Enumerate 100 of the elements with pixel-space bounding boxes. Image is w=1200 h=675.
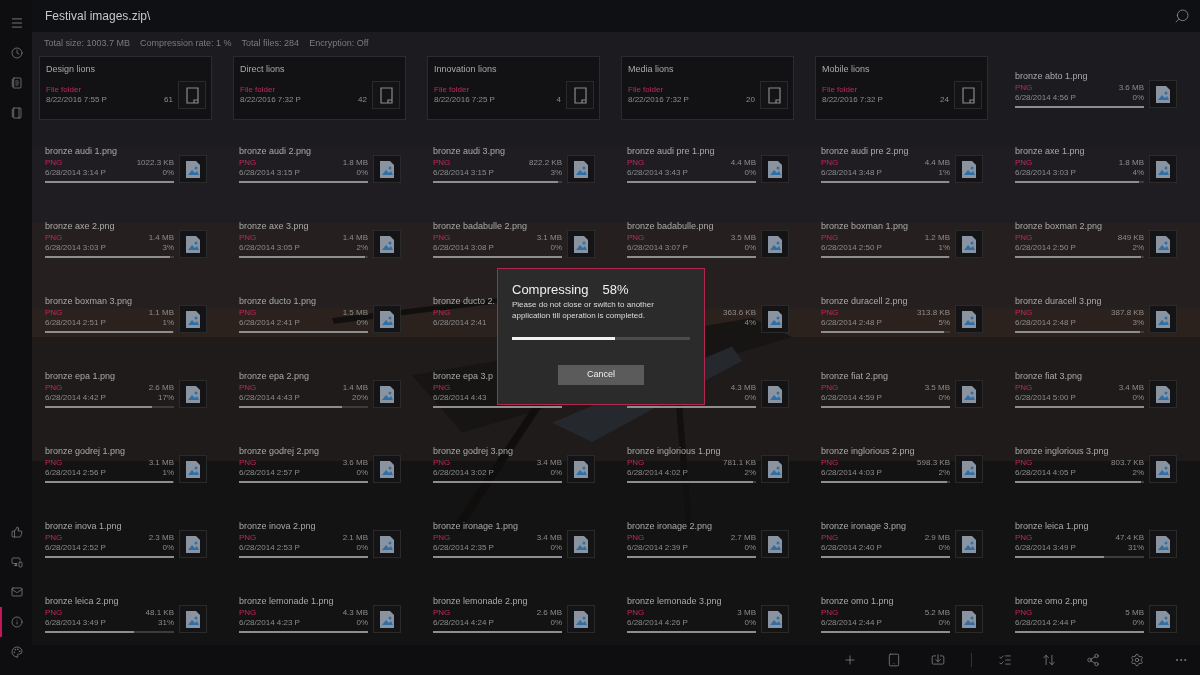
file-name: bronze audi 1.png <box>45 146 118 156</box>
file-name: bronze axe 1.png <box>1015 146 1085 156</box>
file-date: 6/28/2014 2:41 P <box>239 318 300 328</box>
compression-percent: 0% <box>1132 93 1144 103</box>
image-file-icon <box>373 380 401 408</box>
compression-percent: 2% <box>1132 243 1144 253</box>
file-date: 6/28/2014 2:44 P <box>821 618 882 628</box>
image-file-icon <box>1149 380 1177 408</box>
file-type: PNG <box>239 158 258 168</box>
file-name: bronze ducto 2. <box>433 296 496 306</box>
file-name: bronze leica 1.png <box>1015 521 1089 531</box>
cancel-button[interactable]: Cancel <box>558 365 644 385</box>
compression-percent: 0% <box>550 468 562 478</box>
folder-card[interactable]: Innovation lions File folder 8/22/2016 7:25 P 4 <box>427 56 600 120</box>
file-type: PNG <box>239 533 258 543</box>
compression-percent: 0% <box>550 543 562 553</box>
file-count: 61 <box>164 95 173 105</box>
compression-percent: 2% <box>356 243 368 253</box>
image-file-icon <box>567 605 595 633</box>
dialog-title: Compressing <box>512 282 589 298</box>
file-type: PNG <box>433 608 452 618</box>
compression-percent: 2% <box>744 468 756 478</box>
file-type: PNG <box>1015 233 1034 243</box>
mail-icon <box>11 586 23 598</box>
file-type: PNG <box>821 458 840 468</box>
file-name: bronze inova 1.png <box>45 521 122 531</box>
compression-percent: 0% <box>938 393 950 403</box>
file-type: PNG <box>239 308 258 318</box>
image-file-icon <box>1149 530 1177 558</box>
file-date: 6/28/2014 2:57 P <box>239 468 300 478</box>
file-date: 6/28/2014 3:03 P <box>45 243 106 253</box>
compression-percent: 3% <box>162 243 174 253</box>
file-size: 4.4 MB <box>924 158 950 168</box>
archive-stat: Total size: 1003.7 MB <box>44 37 131 51</box>
file-date: 6/28/2014 4:56 P <box>1015 93 1076 103</box>
folder-card[interactable]: Media lions File folder 8/22/2016 7:32 P 20 <box>621 56 794 120</box>
file-date: 6/28/2014 4:43 P <box>239 393 300 403</box>
file-type: PNG <box>433 158 452 168</box>
folder-card[interactable]: Direct lions File folder 8/22/2016 7:32 P 42 <box>233 56 406 120</box>
file-name: bronze duracell 3.png <box>1015 296 1102 306</box>
image-file-icon <box>1149 230 1177 258</box>
file-type: PNG <box>627 158 646 168</box>
file-date: 6/28/2014 3:48 P <box>821 168 882 178</box>
folder-date: 8/22/2016 7:25 P <box>434 95 495 105</box>
file-size: 2.1 MB <box>342 533 368 543</box>
compression-percent: 31% <box>158 618 174 628</box>
compression-percent: 20% <box>352 393 368 403</box>
folder-card[interactable]: Mobile lions File folder 8/22/2016 7:32 P 24 <box>815 56 988 120</box>
file-size: 4.3 MB <box>342 608 368 618</box>
compression-percent: 0% <box>1132 618 1144 628</box>
compression-percent: 2% <box>1132 468 1144 478</box>
image-file-icon <box>373 305 401 333</box>
file-name: bronze boxman 1.png <box>821 221 909 231</box>
file-count: 20 <box>746 95 755 105</box>
file-size: 3 MB <box>737 608 756 618</box>
image-file-icon <box>373 230 401 258</box>
file-name: bronze godrej 1.png <box>45 446 126 456</box>
menu-icon <box>10 16 24 30</box>
image-file-icon <box>955 230 983 258</box>
file-date: 6/28/2014 2:56 P <box>45 468 106 478</box>
file-size: 1.5 MB <box>342 308 368 318</box>
file-size: 363.6 KB <box>723 308 756 318</box>
file-name: bronze godrej 2.png <box>239 446 320 456</box>
file-size: 387.8 KB <box>1111 308 1144 318</box>
compression-percent: 0% <box>356 318 368 328</box>
image-file-icon <box>761 230 789 258</box>
file-type: PNG <box>45 158 64 168</box>
file-type: PNG <box>821 533 840 543</box>
sort-icon <box>1042 653 1056 667</box>
file-type: PNG <box>627 233 646 243</box>
file-name: bronze ducto 1.png <box>239 296 317 306</box>
image-file-icon <box>1149 80 1177 108</box>
file-name: bronze boxman 3.png <box>45 296 133 306</box>
file-name: bronze audi pre 1.png <box>627 146 715 156</box>
file-type: PNG <box>433 533 452 543</box>
file-name: bronze lemonade 2.png <box>433 596 528 606</box>
file-name: bronze badabulle 2.png <box>433 221 528 231</box>
info-icon <box>11 616 23 628</box>
file-name: bronze axe 2.png <box>45 221 115 231</box>
compression-percent: 0% <box>1132 393 1144 403</box>
file-type: PNG <box>433 308 452 318</box>
compression-percent: 0% <box>744 543 756 553</box>
folder-card[interactable]: Design lions File folder 8/22/2016 7:55 P 61 <box>39 56 212 120</box>
file-type: PNG <box>1015 608 1034 618</box>
file-date: 6/28/2014 2:40 P <box>821 543 882 553</box>
file-date: 6/28/2014 4:23 P <box>239 618 300 628</box>
image-file-icon <box>955 380 983 408</box>
search-icon[interactable] <box>1174 8 1190 24</box>
compression-percent: 0% <box>356 618 368 628</box>
file-size: 48.1 KB <box>145 608 174 618</box>
folder-date: 8/22/2016 7:32 P <box>628 95 689 105</box>
image-file-icon <box>955 455 983 483</box>
folder-name: Design lions <box>46 63 97 75</box>
file-date: 6/28/2014 2:52 P <box>45 543 106 553</box>
file-date: 6/28/2014 3:07 P <box>627 243 688 253</box>
file-date: 6/28/2014 2:50 P <box>1015 243 1076 253</box>
checklist-icon <box>998 653 1012 667</box>
compression-percent: 1% <box>938 243 950 253</box>
image-file-icon <box>761 155 789 183</box>
folder-type: File folder <box>240 85 277 95</box>
